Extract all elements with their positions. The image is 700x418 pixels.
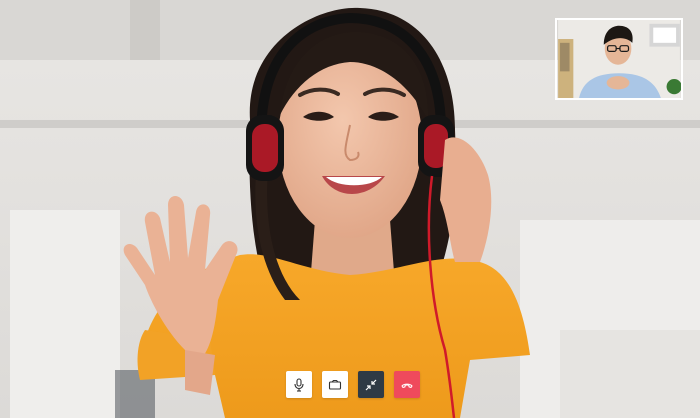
- video-call-window: [0, 0, 700, 418]
- microphone-icon: [294, 377, 304, 392]
- mic-button[interactable]: [286, 371, 312, 398]
- call-controls: [286, 371, 420, 398]
- minimize-button[interactable]: [358, 371, 384, 398]
- minimize-arrows-icon: [365, 379, 377, 390]
- video-camera-icon: [328, 379, 342, 390]
- hang-up-phone-icon: [401, 383, 413, 388]
- camera-button[interactable]: [322, 371, 348, 398]
- end-call-button[interactable]: [394, 371, 420, 398]
- self-view-video[interactable]: [555, 18, 683, 100]
- self-participant-image: [558, 20, 681, 98]
